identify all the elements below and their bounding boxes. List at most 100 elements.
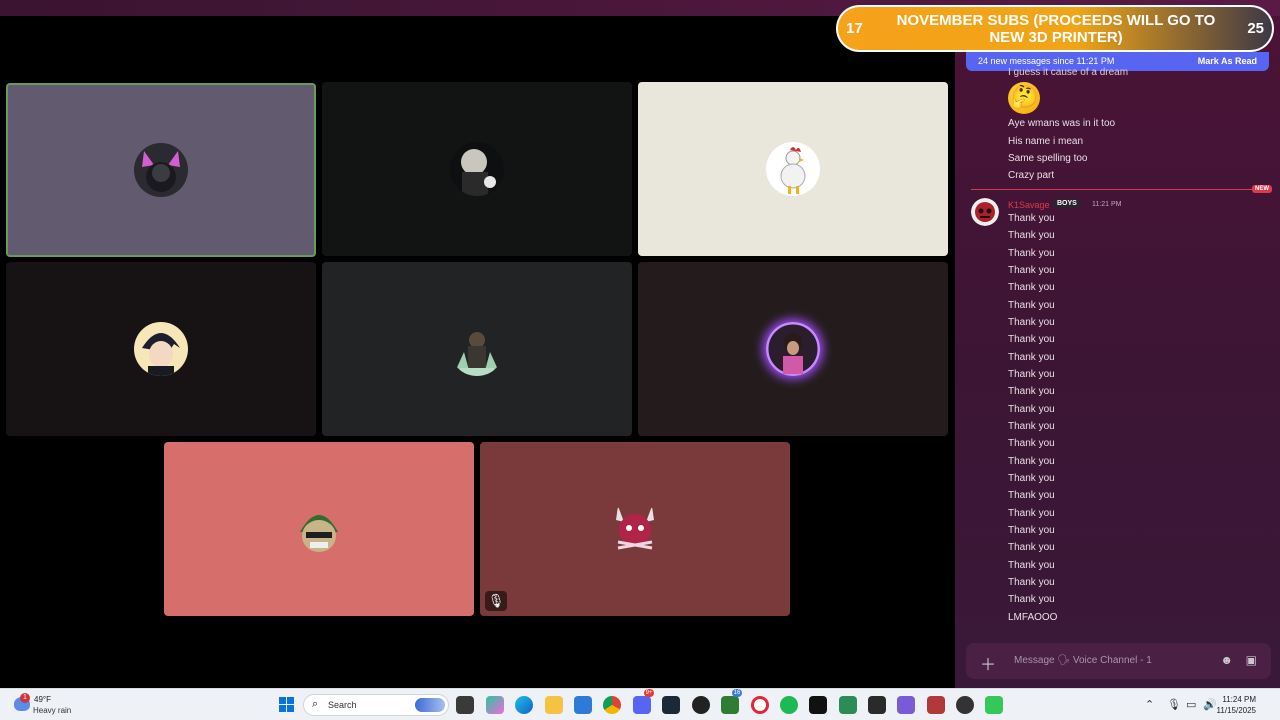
discord-badge: 9+ [644,689,654,697]
participant-tile-2[interactable] [322,82,632,256]
epic-games-icon[interactable] [868,696,886,714]
muted-mic-icon: 🎙 [485,591,507,611]
new-tag-badge: NEW [1252,185,1272,193]
weather-badge: 1 [20,693,30,703]
message-line: Aye wmans was in it too [1008,118,1116,129]
image-icon[interactable]: ▣ [1246,653,1257,667]
game-app-icon[interactable] [927,696,945,714]
clock-time: 11:24 PM [1222,695,1256,704]
message-line: Thank you [1008,230,1055,242]
edge-icon[interactable] [515,696,533,714]
message-line: Thank you [1008,559,1055,571]
android-app-icon[interactable] [839,696,857,714]
participant-tile-8[interactable]: 🎙 [480,442,790,616]
message-line: Thank you [1008,299,1055,311]
red-demon-avatar [608,502,662,556]
steam-icon[interactable] [662,696,680,714]
obs-icon[interactable] [956,696,974,714]
windows-start-icon[interactable] [279,697,295,713]
xbox-icon[interactable] [721,696,739,714]
weather-temp: 49°F [34,695,51,704]
search-label: Search [328,700,357,710]
participant-tile-7[interactable] [164,442,474,616]
weather-widget[interactable]: 1 49°F Heavy rain [14,693,94,717]
search-icon: ⌕ [312,698,319,710]
mark-as-read-button[interactable]: Mark As Read [1198,52,1257,71]
message-line: Thank you [1008,264,1055,276]
subgoal-target: 25 [1247,20,1264,37]
message-line: Thank you [1008,316,1055,328]
message-author[interactable]: K1Savage [1008,200,1050,210]
message-line: Thank you [1008,403,1055,415]
message-line: I guess it cause of a dream [1008,67,1129,78]
opera-icon[interactable] [751,696,769,714]
microphone-icon[interactable]: 🎙 [1167,698,1181,711]
system-clock[interactable]: 11:24 PM 11/15/2025 [1217,694,1256,716]
text-chat-panel: 24 new messages since 11:21 PM Mark As R… [955,16,1280,688]
clock-date: 11/15/2025 [1216,706,1256,715]
xbox-badge: 16 [732,689,742,697]
discord-icon[interactable] [633,696,651,714]
weather-condition: Heavy rain [33,706,72,715]
anime-boy-avatar [134,322,188,376]
network-icon[interactable]: ▭ [1186,698,1196,711]
subgoal-title: NOVEMBER SUBS (PROCEEDS WILL GO TO NEW 3… [896,12,1216,46]
chevron-up-icon[interactable]: ⌃ [1145,698,1154,711]
thinking-emoji-icon [1008,82,1040,114]
participant-tile-3[interactable] [638,82,948,256]
message-line: Thank you [1008,507,1055,519]
chrome-icon[interactable] [603,696,621,714]
participant-tile-6[interactable] [638,262,948,436]
message-line: His name i mean [1008,136,1084,147]
message-line: Thank you [1008,420,1055,432]
message-line: Thank you [1008,542,1055,554]
game-launcher-icon[interactable] [692,696,710,714]
message-line: Thank you [1008,594,1055,606]
message-line: Thank you [1008,334,1055,346]
message-line: Thank you [1008,386,1055,398]
volume-icon[interactable]: 🔊 [1203,698,1217,711]
message-line: Thank you [1008,213,1055,224]
voice-stage: 🎙 [0,16,955,688]
green-mask-avatar [292,502,346,556]
message-line: Thank you [1008,282,1055,294]
search-highlight-image [415,698,445,712]
silver-hair-avatar [450,142,504,196]
twitch-app-icon[interactable] [897,696,915,714]
message-line: Thank you [1008,351,1055,363]
participant-tile-4[interactable] [6,262,316,436]
file-explorer-icon[interactable] [545,696,563,714]
message-input[interactable]: Message 🗣 Voice Channel - 1 [1014,655,1152,666]
message-line: Thank you [1008,368,1055,380]
subgoal-current: 17 [846,20,863,37]
message-composer[interactable]: ＋ Message 🗣 Voice Channel - 1 ☻ ▣ [966,643,1271,679]
emoji-icon[interactable]: ☻ [1220,653,1233,667]
message-line: Thank you [1008,472,1055,484]
new-messages-divider [971,189,1258,190]
message-timestamp: 11:21 PM [1092,201,1122,208]
message-line: Thank you [1008,524,1055,536]
message-line: Thank you [1008,247,1055,259]
capcut-icon[interactable] [809,696,827,714]
task-view-icon[interactable] [456,696,474,714]
copilot-icon[interactable] [486,696,504,714]
message-line: LMFAOOO [1008,611,1058,623]
subgoal-banner: 17 NOVEMBER SUBS (PROCEEDS WILL GO TO NE… [836,5,1274,52]
participant-tile-1[interactable] [6,83,316,257]
taskbar: 1 49°F Heavy rain ⌕ Search 9+ 16 ⌃ 🎙 ▭ 🔊… [0,688,1280,720]
taskbar-search[interactable]: ⌕ Search [303,694,449,716]
spotify-icon[interactable] [780,696,798,714]
role-badge: BOYS [1053,199,1081,208]
author-avatar[interactable] [971,198,999,226]
cat-ears-avatar [134,143,188,197]
notes-app-icon[interactable] [985,696,1003,714]
message-line: Crazy part [1008,170,1055,181]
message-line: Thank you [1008,455,1055,467]
store-icon[interactable] [574,696,592,714]
dark-knight-avatar [450,322,504,376]
plus-icon[interactable]: ＋ [980,651,996,675]
glowing-ring-avatar [766,322,820,376]
message-line: Thank you [1008,438,1055,450]
new-messages-text: 24 new messages since 11:21 PM [978,56,1115,66]
participant-tile-5[interactable] [322,262,632,436]
